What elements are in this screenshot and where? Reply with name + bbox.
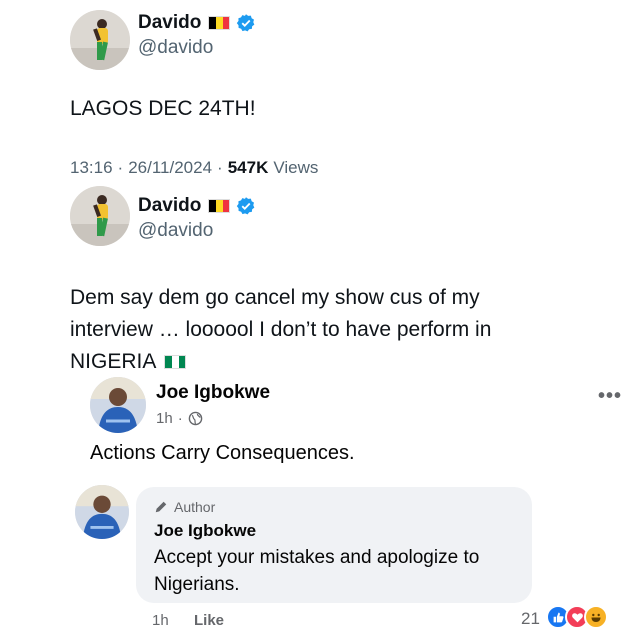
tweet-avatar[interactable] — [70, 10, 130, 70]
reply-author-name[interactable]: Joe Igbokwe — [154, 521, 256, 541]
tweet-text: Dem say dem go cancel my show cus of my … — [70, 282, 491, 378]
display-name[interactable]: Davido — [138, 12, 201, 34]
tweet-meta: 13:16 · 26/11/2024 · 547K Views — [70, 158, 318, 178]
comment-text: Actions Carry Consequences. — [90, 442, 355, 464]
reply-avatar[interactable] — [75, 485, 129, 539]
reaction-count[interactable]: 21 — [521, 609, 540, 629]
author-badge: Author — [154, 499, 215, 515]
verified-badge-icon — [237, 14, 255, 32]
tweet-avatar[interactable] — [70, 186, 130, 246]
reaction-icons[interactable] — [546, 605, 608, 629]
handle[interactable]: @davido — [138, 220, 213, 242]
like-link[interactable]: Like — [194, 612, 224, 629]
views-count: 547K — [227, 158, 269, 177]
belgium-flag-icon — [208, 199, 231, 213]
tweet-text-line: interview … loooool I don’t to have perf… — [70, 318, 492, 341]
comment-time[interactable]: 1h — [156, 410, 173, 427]
display-name[interactable]: Davido — [138, 195, 201, 217]
tweet-text: LAGOS DEC 24TH! — [70, 97, 256, 120]
handle[interactable]: @davido — [138, 37, 213, 59]
reply-bubble: Author Joe Igbokwe Accept your mistakes … — [136, 487, 532, 603]
haha-reaction-icon — [584, 605, 608, 629]
tweet-text-line: NIGERIA — [70, 350, 157, 373]
belgium-flag-icon — [208, 16, 231, 30]
more-options-icon[interactable]: ••• — [598, 385, 622, 408]
comment-meta: 1h · — [156, 410, 203, 427]
pen-icon — [155, 501, 167, 513]
reply-text: Accept your mistakes and apologize to Ni… — [154, 547, 480, 595]
author-badge-label: Author — [174, 499, 216, 515]
tweet-text-line: Dem say dem go cancel my show cus of my — [70, 286, 480, 309]
nigeria-flag-icon — [164, 355, 187, 369]
meta-separator: · — [117, 158, 124, 177]
tweet-date[interactable]: 26/11/2024 — [128, 158, 212, 178]
views-label: Views — [273, 158, 319, 177]
reply-time[interactable]: 1h — [152, 612, 169, 629]
tweet-author-row: Davido — [138, 195, 256, 217]
meta-separator: · — [217, 158, 223, 177]
tweet-time[interactable]: 13:16 — [70, 158, 113, 178]
tweet-author-row: Davido — [138, 12, 256, 34]
verified-badge-icon — [237, 197, 255, 215]
commenter-avatar[interactable] — [90, 377, 146, 433]
commenter-name[interactable]: Joe Igbokwe — [156, 382, 270, 404]
globe-icon — [188, 411, 202, 426]
meta-separator: · — [177, 410, 183, 427]
